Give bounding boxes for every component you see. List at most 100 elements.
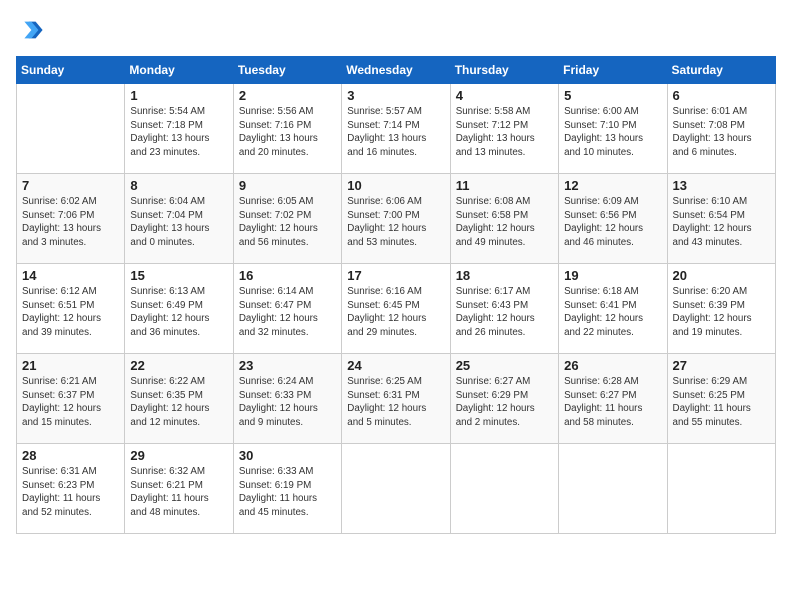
- calendar-cell: 10Sunrise: 6:06 AM Sunset: 7:00 PM Dayli…: [342, 174, 450, 264]
- calendar-cell: 29 Sunrise: 6:32 AM Sunset: 6:21 PM Dayli…: [125, 444, 233, 534]
- calendar-cell: 4Sunrise: 5:58 AM Sunset: 7:12 PM Daylig…: [450, 84, 558, 174]
- day-number: 17: [347, 268, 444, 283]
- day-number: 29: [130, 448, 227, 463]
- calendar-week-row: 21 Sunrise: 6:21 AM Sunset: 6:37 PM Dayli…: [17, 354, 776, 444]
- calendar-cell: 14 Sunrise: 6:12 AM Sunset: 6:51 PM Dayli…: [17, 264, 125, 354]
- day-number: 24: [347, 358, 444, 373]
- day-info: Sunrise: 6:05 AM Sunset: 7:02 PM Dayligh…: [239, 195, 336, 250]
- calendar-cell: 23 Sunrise: 6:24 AM Sunset: 6:33 PM Dayli…: [233, 354, 341, 444]
- day-info: Sunrise: 6:21 AM Sunset: 6:37 PM Dayligh…: [22, 375, 119, 430]
- calendar-cell: [17, 84, 125, 174]
- day-info: Sunrise: 6:12 AM Sunset: 6:51 PM Dayligh…: [22, 285, 119, 340]
- calendar-cell: 25 Sunrise: 6:27 AM Sunset: 6:29 PM Dayli…: [450, 354, 558, 444]
- page-header: [16, 16, 776, 44]
- day-info: Sunrise: 6:02 AM Sunset: 7:06 PM Dayligh…: [22, 195, 119, 250]
- day-info: Sunrise: 6:27 AM Sunset: 6:29 PM Dayligh…: [456, 375, 553, 430]
- day-info: Sunrise: 6:00 AM Sunset: 7:10 PM Dayligh…: [564, 105, 661, 160]
- calendar-table: SundayMondayTuesdayWednesdayThursdayFrid…: [16, 56, 776, 534]
- calendar-cell: 26 Sunrise: 6:28 AM Sunset: 6:27 PM Dayli…: [559, 354, 667, 444]
- calendar-cell: 8 Sunrise: 6:04 AM Sunset: 7:04 PM Daylig…: [125, 174, 233, 264]
- day-info: Sunrise: 6:31 AM Sunset: 6:23 PM Dayligh…: [22, 465, 119, 520]
- calendar-week-row: 1Sunrise: 5:54 AM Sunset: 7:18 PM Daylig…: [17, 84, 776, 174]
- day-number: 8: [130, 178, 227, 193]
- day-info: Sunrise: 6:18 AM Sunset: 6:41 PM Dayligh…: [564, 285, 661, 340]
- day-info: Sunrise: 6:08 AM Sunset: 6:58 PM Dayligh…: [456, 195, 553, 250]
- calendar-cell: 27 Sunrise: 6:29 AM Sunset: 6:25 PM Dayli…: [667, 354, 775, 444]
- day-number: 21: [22, 358, 119, 373]
- day-info: Sunrise: 6:09 AM Sunset: 6:56 PM Dayligh…: [564, 195, 661, 250]
- calendar-cell: 19 Sunrise: 6:18 AM Sunset: 6:41 PM Dayli…: [559, 264, 667, 354]
- day-info: Sunrise: 6:28 AM Sunset: 6:27 PM Dayligh…: [564, 375, 661, 430]
- calendar-cell: 5Sunrise: 6:00 AM Sunset: 7:10 PM Daylig…: [559, 84, 667, 174]
- day-number: 23: [239, 358, 336, 373]
- day-info: Sunrise: 6:13 AM Sunset: 6:49 PM Dayligh…: [130, 285, 227, 340]
- day-number: 27: [673, 358, 770, 373]
- day-info: Sunrise: 6:04 AM Sunset: 7:04 PM Dayligh…: [130, 195, 227, 250]
- calendar-cell: 7 Sunrise: 6:02 AM Sunset: 7:06 PM Daylig…: [17, 174, 125, 264]
- day-info: Sunrise: 6:20 AM Sunset: 6:39 PM Dayligh…: [673, 285, 770, 340]
- day-number: 3: [347, 88, 444, 103]
- day-info: Sunrise: 6:33 AM Sunset: 6:19 PM Dayligh…: [239, 465, 336, 520]
- calendar-cell: 3 Sunrise: 5:57 AM Sunset: 7:14 PM Daylig…: [342, 84, 450, 174]
- day-number: 20: [673, 268, 770, 283]
- day-number: 22: [130, 358, 227, 373]
- day-info: Sunrise: 6:29 AM Sunset: 6:25 PM Dayligh…: [673, 375, 770, 430]
- column-header-friday: Friday: [559, 57, 667, 84]
- day-info: Sunrise: 6:01 AM Sunset: 7:08 PM Dayligh…: [673, 105, 770, 160]
- calendar-cell: 16Sunrise: 6:14 AM Sunset: 6:47 PM Dayli…: [233, 264, 341, 354]
- day-number: 25: [456, 358, 553, 373]
- calendar-cell: 13 Sunrise: 6:10 AM Sunset: 6:54 PM Dayli…: [667, 174, 775, 264]
- day-info: Sunrise: 6:22 AM Sunset: 6:35 PM Dayligh…: [130, 375, 227, 430]
- calendar-cell: 11Sunrise: 6:08 AM Sunset: 6:58 PM Dayli…: [450, 174, 558, 264]
- day-number: 1: [130, 88, 227, 103]
- calendar-cell: 2Sunrise: 5:56 AM Sunset: 7:16 PM Daylig…: [233, 84, 341, 174]
- day-number: 14: [22, 268, 119, 283]
- calendar-cell: 22 Sunrise: 6:22 AM Sunset: 6:35 PM Dayli…: [125, 354, 233, 444]
- calendar-cell: 17 Sunrise: 6:16 AM Sunset: 6:45 PM Dayli…: [342, 264, 450, 354]
- day-number: 10: [347, 178, 444, 193]
- day-info: Sunrise: 6:25 AM Sunset: 6:31 PM Dayligh…: [347, 375, 444, 430]
- calendar-cell: [559, 444, 667, 534]
- day-info: Sunrise: 5:57 AM Sunset: 7:14 PM Dayligh…: [347, 105, 444, 160]
- day-number: 9: [239, 178, 336, 193]
- column-header-thursday: Thursday: [450, 57, 558, 84]
- calendar-cell: 6 Sunrise: 6:01 AM Sunset: 7:08 PM Daylig…: [667, 84, 775, 174]
- day-info: Sunrise: 6:16 AM Sunset: 6:45 PM Dayligh…: [347, 285, 444, 340]
- day-info: Sunrise: 5:58 AM Sunset: 7:12 PM Dayligh…: [456, 105, 553, 160]
- day-number: 15: [130, 268, 227, 283]
- column-header-monday: Monday: [125, 57, 233, 84]
- calendar-header-row: SundayMondayTuesdayWednesdayThursdayFrid…: [17, 57, 776, 84]
- calendar-week-row: 7 Sunrise: 6:02 AM Sunset: 7:06 PM Daylig…: [17, 174, 776, 264]
- day-info: Sunrise: 6:14 AM Sunset: 6:47 PM Dayligh…: [239, 285, 336, 340]
- logo: [16, 16, 48, 44]
- day-number: 13: [673, 178, 770, 193]
- column-header-saturday: Saturday: [667, 57, 775, 84]
- calendar-cell: 9 Sunrise: 6:05 AM Sunset: 7:02 PM Daylig…: [233, 174, 341, 264]
- day-info: Sunrise: 6:24 AM Sunset: 6:33 PM Dayligh…: [239, 375, 336, 430]
- calendar-cell: 1Sunrise: 5:54 AM Sunset: 7:18 PM Daylig…: [125, 84, 233, 174]
- calendar-cell: [450, 444, 558, 534]
- day-number: 19: [564, 268, 661, 283]
- calendar-cell: 12 Sunrise: 6:09 AM Sunset: 6:56 PM Dayli…: [559, 174, 667, 264]
- calendar-week-row: 14 Sunrise: 6:12 AM Sunset: 6:51 PM Dayli…: [17, 264, 776, 354]
- day-info: Sunrise: 6:17 AM Sunset: 6:43 PM Dayligh…: [456, 285, 553, 340]
- column-header-sunday: Sunday: [17, 57, 125, 84]
- calendar-cell: 30 Sunrise: 6:33 AM Sunset: 6:19 PM Dayli…: [233, 444, 341, 534]
- day-number: 26: [564, 358, 661, 373]
- calendar-cell: 21 Sunrise: 6:21 AM Sunset: 6:37 PM Dayli…: [17, 354, 125, 444]
- column-header-tuesday: Tuesday: [233, 57, 341, 84]
- day-number: 6: [673, 88, 770, 103]
- day-number: 12: [564, 178, 661, 193]
- calendar-cell: 24 Sunrise: 6:25 AM Sunset: 6:31 PM Dayli…: [342, 354, 450, 444]
- calendar-cell: [667, 444, 775, 534]
- calendar-cell: 28 Sunrise: 6:31 AM Sunset: 6:23 PM Dayli…: [17, 444, 125, 534]
- logo-icon: [16, 16, 44, 44]
- day-info: Sunrise: 6:10 AM Sunset: 6:54 PM Dayligh…: [673, 195, 770, 250]
- day-number: 7: [22, 178, 119, 193]
- day-number: 30: [239, 448, 336, 463]
- day-info: Sunrise: 6:32 AM Sunset: 6:21 PM Dayligh…: [130, 465, 227, 520]
- day-number: 28: [22, 448, 119, 463]
- calendar-cell: 18Sunrise: 6:17 AM Sunset: 6:43 PM Dayli…: [450, 264, 558, 354]
- calendar-cell: 15 Sunrise: 6:13 AM Sunset: 6:49 PM Dayli…: [125, 264, 233, 354]
- calendar-cell: [342, 444, 450, 534]
